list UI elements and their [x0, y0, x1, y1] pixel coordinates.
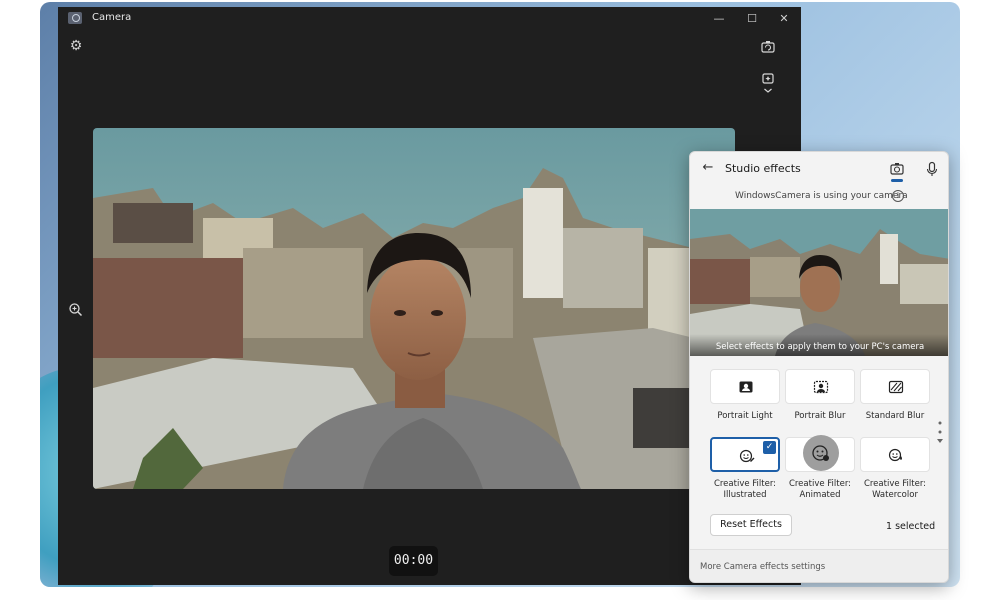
studio-effects-panel: ← Studio effects WindowsCamera is using …	[689, 151, 949, 583]
effect-label: Portrait Blur	[794, 411, 846, 421]
active-tab-indicator	[891, 179, 903, 182]
info-icon[interactable]: i	[892, 190, 904, 202]
effect-label: Creative Filter: Animated	[788, 479, 852, 500]
selected-check-icon: ✓	[763, 441, 776, 454]
switch-camera-icon[interactable]	[758, 37, 778, 57]
effect-tile[interactable]	[860, 369, 930, 404]
panel-header: ← Studio effects	[690, 152, 948, 185]
portrait-blur-icon	[813, 379, 829, 395]
app-title: Camera	[92, 12, 132, 23]
watercolor-filter-icon	[888, 447, 904, 463]
selected-count: 1 selected	[886, 521, 936, 532]
close-button[interactable]: ✕	[774, 11, 794, 27]
back-arrow-icon[interactable]: ←	[700, 160, 716, 176]
standard-blur-icon	[888, 379, 904, 395]
effect-tile-selected[interactable]: ✓	[710, 437, 780, 472]
zoom-in-icon[interactable]	[67, 301, 85, 319]
effect-creative-filter-animated[interactable]: Creative Filter: Animated	[785, 435, 855, 501]
settings-gear-icon[interactable]: ⚙	[67, 37, 85, 55]
effect-label: Creative Filter: Illustrated	[713, 479, 777, 500]
effect-creative-filter-watercolor[interactable]: Creative Filter: Watercolor	[860, 437, 930, 501]
maximize-button[interactable]: ☐	[742, 11, 762, 27]
effect-creative-filter-illustrated[interactable]: ✓ Creative Filter: Illustrated	[710, 437, 780, 501]
tab-camera-icon[interactable]	[887, 159, 907, 179]
effect-standard-blur[interactable]: Standard Blur	[860, 369, 930, 422]
effect-label: Creative Filter: Watercolor	[863, 479, 927, 500]
panel-footer: More Camera effects settings	[690, 549, 948, 582]
preview-caption: Select effects to apply them to your PC'…	[690, 334, 948, 356]
effect-tile[interactable]	[785, 369, 855, 404]
effect-tile[interactable]	[785, 435, 855, 472]
effect-portrait-blur[interactable]: Portrait Blur	[785, 369, 855, 422]
animated-filter-icon	[803, 435, 839, 471]
studio-effects-toggle-icon[interactable]	[758, 70, 778, 98]
effect-label: Standard Blur	[865, 411, 925, 421]
scrollbar[interactable]	[936, 420, 944, 450]
camera-app-icon	[68, 12, 82, 24]
effects-preview: Select effects to apply them to your PC'…	[690, 209, 948, 356]
panel-title: Studio effects	[725, 162, 801, 175]
effect-portrait-light[interactable]: Portrait Light	[710, 369, 780, 422]
title-bar: Camera — ☐ ✕	[58, 7, 801, 31]
camera-scene	[93, 128, 735, 489]
effect-tile[interactable]	[710, 369, 780, 404]
tab-microphone-icon[interactable]	[922, 159, 942, 179]
reset-effects-button[interactable]: Reset Effects	[710, 514, 792, 536]
portrait-light-icon	[738, 379, 754, 395]
camera-usage-status: WindowsCamera is using your camera	[735, 191, 908, 201]
effect-label: Portrait Light	[717, 411, 773, 421]
effect-tile[interactable]	[860, 437, 930, 472]
more-camera-effects-settings-link[interactable]: More Camera effects settings	[700, 562, 825, 572]
recording-timer: 00:00	[389, 546, 438, 576]
minimize-button[interactable]: —	[709, 11, 729, 27]
camera-viewfinder	[93, 128, 735, 489]
illustrated-filter-icon	[739, 448, 755, 464]
